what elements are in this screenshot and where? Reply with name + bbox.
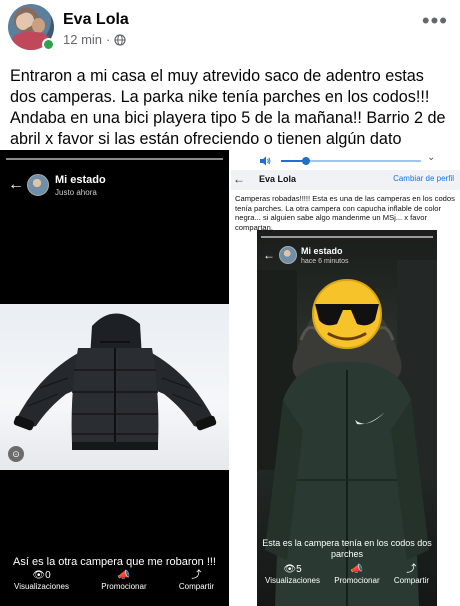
inner-story-progress-bar xyxy=(261,236,433,238)
story-avatar xyxy=(27,174,49,196)
post-header: Eva Lola 12 min · ••• xyxy=(0,0,460,60)
puffer-jacket-image xyxy=(13,313,217,450)
inner-share-button: ⤴ Compartir xyxy=(394,564,429,585)
more-dots-icon[interactable]: ••• xyxy=(422,10,448,32)
audio-seek-bar[interactable] xyxy=(281,157,421,165)
inner-promote-button: 📣 Promocionar xyxy=(334,564,379,585)
globe-icon xyxy=(114,33,126,46)
promote-button[interactable]: 📣 Promocionar xyxy=(101,570,146,591)
post-time[interactable]: 12 min xyxy=(63,32,102,47)
views-button[interactable]: 👁0 Visualizaciones xyxy=(14,570,69,591)
promote-label: Promocionar xyxy=(101,582,147,591)
inner-views-label: Visualizaciones xyxy=(265,576,320,585)
left-status-screenshot[interactable]: ← Mi estado Justo ahora ⊙ Así es la otra… xyxy=(0,150,229,606)
profile-header: ← Eva Lola Cambiar de perfil xyxy=(231,170,460,190)
zoom-lens-icon[interactable]: ⊙ xyxy=(8,446,24,462)
post-meta: 12 min · xyxy=(63,32,126,47)
post-author-name[interactable]: Eva Lola xyxy=(63,11,129,29)
megaphone-icon: 📣 xyxy=(350,564,364,575)
right-post-text: Camperas robadas!!!!! Esta es una de las… xyxy=(235,194,455,232)
profile-name[interactable]: Eva Lola xyxy=(259,174,296,184)
inner-story-caption: Esta es la campera tenía en los codos do… xyxy=(262,538,432,559)
volume-icon[interactable] xyxy=(259,156,271,166)
inner-story-actions: 👁5 Visualizaciones 📣 Promocionar ⤴ Compa… xyxy=(265,564,429,585)
inner-views-button: 👁5 Visualizaciones xyxy=(265,564,320,585)
share-icon: ⤴ xyxy=(406,564,417,575)
story-subtitle: Justo ahora xyxy=(55,188,97,197)
inner-promote-label: Promocionar xyxy=(334,576,380,585)
inner-story-avatar xyxy=(279,246,297,264)
back-arrow-icon[interactable]: ← xyxy=(233,172,245,186)
meta-separator: · xyxy=(106,32,111,47)
online-status-dot xyxy=(42,38,55,51)
switch-profile-link[interactable]: Cambiar de perfil xyxy=(393,174,454,183)
inner-share-label: Compartir xyxy=(393,576,429,585)
story-title: Mi estado xyxy=(55,174,106,186)
share-label: Compartir xyxy=(178,582,214,591)
chevron-down-icon[interactable]: ⌄ xyxy=(427,152,435,163)
left-story-caption: Así es la otra campera que me robaron !!… xyxy=(13,556,216,568)
inner-story-subtitle: hace 6 minutos xyxy=(301,258,349,265)
inner-views-count: 5 xyxy=(296,564,302,575)
inner-back-arrow-icon: ← xyxy=(263,248,275,262)
share-icon: ⤴ xyxy=(191,570,202,581)
eye-icon: 👁5 xyxy=(283,564,302,575)
share-button[interactable]: ⤴ Compartir xyxy=(179,570,214,591)
megaphone-icon: 📣 xyxy=(117,570,131,581)
left-story-actions: 👁0 Visualizaciones 📣 Promocionar ⤴ Compa… xyxy=(14,570,214,591)
eye-icon: 👁0 xyxy=(32,570,51,581)
right-post-screenshot[interactable]: ⌄ ← Eva Lola Cambiar de perfil Camperas … xyxy=(231,150,460,606)
inner-story-title: Mi estado xyxy=(301,246,343,256)
views-label: Visualizaciones xyxy=(14,582,69,591)
views-count: 0 xyxy=(45,570,51,581)
story-progress-bar xyxy=(6,158,223,160)
jacket-photo xyxy=(0,304,229,470)
back-arrow-icon[interactable]: ← xyxy=(8,176,24,194)
